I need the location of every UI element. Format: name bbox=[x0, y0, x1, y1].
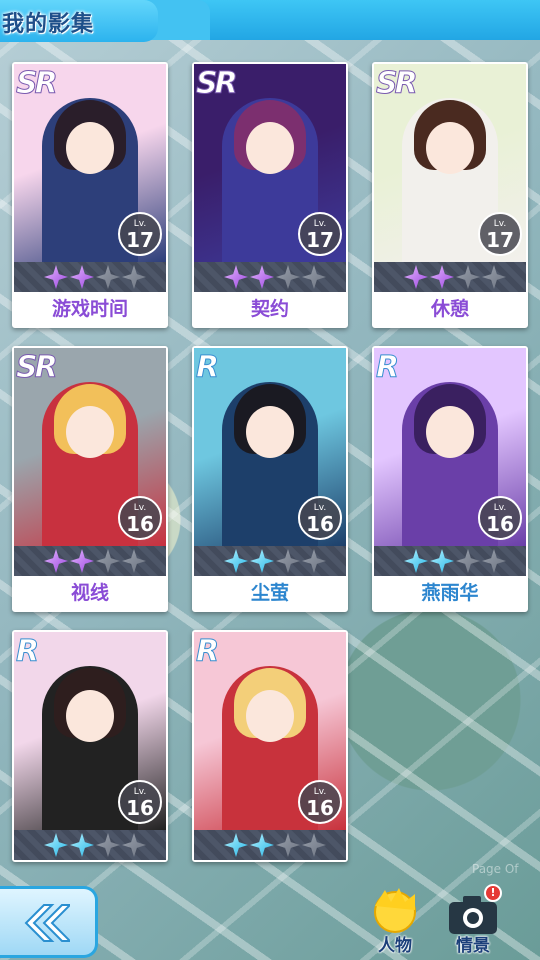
level-value: 16 bbox=[306, 512, 334, 536]
star-rating bbox=[14, 830, 166, 860]
level-value: 17 bbox=[126, 228, 154, 252]
star-filled-icon bbox=[250, 265, 274, 289]
level-value: 17 bbox=[486, 228, 514, 252]
star-filled-icon bbox=[44, 833, 68, 857]
card-artwork: SR Lv. 17 bbox=[374, 64, 526, 262]
page-title: 我的影集 bbox=[2, 12, 95, 37]
character-card[interactable]: R Lv. 16 尘萤 bbox=[192, 346, 348, 612]
level-badge: Lv. 16 bbox=[118, 780, 162, 824]
character-card[interactable]: SR Lv. 17 休憩 bbox=[372, 62, 528, 328]
star-empty-icon bbox=[96, 265, 120, 289]
card-name: 契约 bbox=[250, 298, 289, 320]
character-card[interactable]: SR Lv. 17 游戏时间 bbox=[12, 62, 168, 328]
star-filled-icon bbox=[404, 265, 428, 289]
card-artwork: R Lv. 16 bbox=[194, 348, 346, 546]
star-rating bbox=[194, 546, 346, 576]
card-artwork: R Lv. 16 bbox=[374, 348, 526, 546]
character-card[interactable]: SR Lv. 16 视线 bbox=[12, 346, 168, 612]
card-artwork: SR Lv. 17 bbox=[194, 64, 346, 262]
level-badge: Lv. 17 bbox=[118, 212, 162, 256]
level-badge: Lv. 16 bbox=[478, 496, 522, 540]
rarity-label: R bbox=[375, 350, 399, 386]
double-chevron-left-icon bbox=[24, 904, 70, 942]
star-empty-icon bbox=[276, 549, 300, 573]
star-filled-icon bbox=[430, 265, 454, 289]
nav-scenes[interactable]: ! 情景 bbox=[440, 884, 506, 958]
star-rating bbox=[194, 262, 346, 292]
star-empty-icon bbox=[122, 549, 146, 573]
level-value: 16 bbox=[126, 512, 154, 536]
level-value: 16 bbox=[486, 512, 514, 536]
level-value: 17 bbox=[306, 228, 334, 252]
star-empty-icon bbox=[122, 833, 146, 857]
star-rating bbox=[194, 830, 346, 860]
star-filled-icon bbox=[224, 549, 248, 573]
star-empty-icon bbox=[302, 265, 326, 289]
star-filled-icon bbox=[224, 833, 248, 857]
header-tab-decoration bbox=[150, 0, 210, 40]
page-watermark: Page Of bbox=[472, 862, 519, 876]
card-artwork: R Lv. 16 bbox=[14, 632, 166, 830]
level-badge: Lv. 16 bbox=[298, 496, 342, 540]
rarity-label: R bbox=[195, 634, 219, 670]
rarity-label: R bbox=[195, 350, 219, 386]
rarity-label: SR bbox=[376, 66, 419, 102]
level-badge: Lv. 17 bbox=[478, 212, 522, 256]
star-empty-icon bbox=[456, 549, 480, 573]
notification-badge: ! bbox=[484, 884, 502, 902]
level-badge: Lv. 16 bbox=[118, 496, 162, 540]
card-name: 游戏时间 bbox=[51, 298, 128, 320]
star-filled-icon bbox=[44, 265, 68, 289]
star-filled-icon bbox=[44, 549, 68, 573]
star-filled-icon bbox=[404, 549, 428, 573]
level-value: 16 bbox=[126, 796, 154, 820]
card-artwork: R Lv. 16 bbox=[194, 632, 346, 830]
character-card[interactable]: SR Lv. 17 契约 bbox=[192, 62, 348, 328]
character-card[interactable]: R Lv. 16 燕雨华 bbox=[372, 346, 528, 612]
character-card[interactable]: R Lv. 16 bbox=[192, 630, 348, 862]
star-filled-icon bbox=[250, 833, 274, 857]
nav-characters-label: 人物 bbox=[378, 936, 412, 956]
star-empty-icon bbox=[96, 833, 120, 857]
star-empty-icon bbox=[456, 265, 480, 289]
rarity-label: SR bbox=[16, 66, 59, 102]
character-card[interactable]: R Lv. 16 bbox=[12, 630, 168, 862]
card-name: 休憩 bbox=[430, 298, 469, 320]
star-empty-icon bbox=[122, 265, 146, 289]
card-name: 视线 bbox=[70, 582, 109, 604]
level-value: 16 bbox=[306, 796, 334, 820]
star-rating bbox=[14, 546, 166, 576]
star-filled-icon bbox=[224, 265, 248, 289]
star-filled-icon bbox=[250, 549, 274, 573]
star-filled-icon bbox=[70, 265, 94, 289]
nav-characters[interactable]: 人物 bbox=[362, 886, 428, 958]
star-rating bbox=[374, 546, 526, 576]
star-empty-icon bbox=[302, 833, 326, 857]
rarity-label: SR bbox=[196, 66, 239, 102]
star-rating bbox=[14, 262, 166, 292]
level-badge: Lv. 16 bbox=[298, 780, 342, 824]
star-filled-icon bbox=[70, 833, 94, 857]
card-name: 尘萤 bbox=[250, 582, 289, 604]
star-empty-icon bbox=[276, 265, 300, 289]
character-head-icon bbox=[374, 888, 416, 933]
star-empty-icon bbox=[96, 549, 120, 573]
star-rating bbox=[374, 262, 526, 292]
star-empty-icon bbox=[482, 549, 506, 573]
star-filled-icon bbox=[70, 549, 94, 573]
star-empty-icon bbox=[276, 833, 300, 857]
level-badge: Lv. 17 bbox=[298, 212, 342, 256]
nav-scenes-label: 情景 bbox=[456, 936, 490, 956]
star-filled-icon bbox=[430, 549, 454, 573]
back-button[interactable] bbox=[0, 886, 98, 958]
card-name: 燕雨华 bbox=[421, 582, 479, 604]
card-artwork: SR Lv. 17 bbox=[14, 64, 166, 262]
rarity-label: SR bbox=[16, 350, 59, 386]
star-empty-icon bbox=[482, 265, 506, 289]
rarity-label: R bbox=[15, 634, 39, 670]
card-artwork: SR Lv. 16 bbox=[14, 348, 166, 546]
star-empty-icon bbox=[302, 549, 326, 573]
